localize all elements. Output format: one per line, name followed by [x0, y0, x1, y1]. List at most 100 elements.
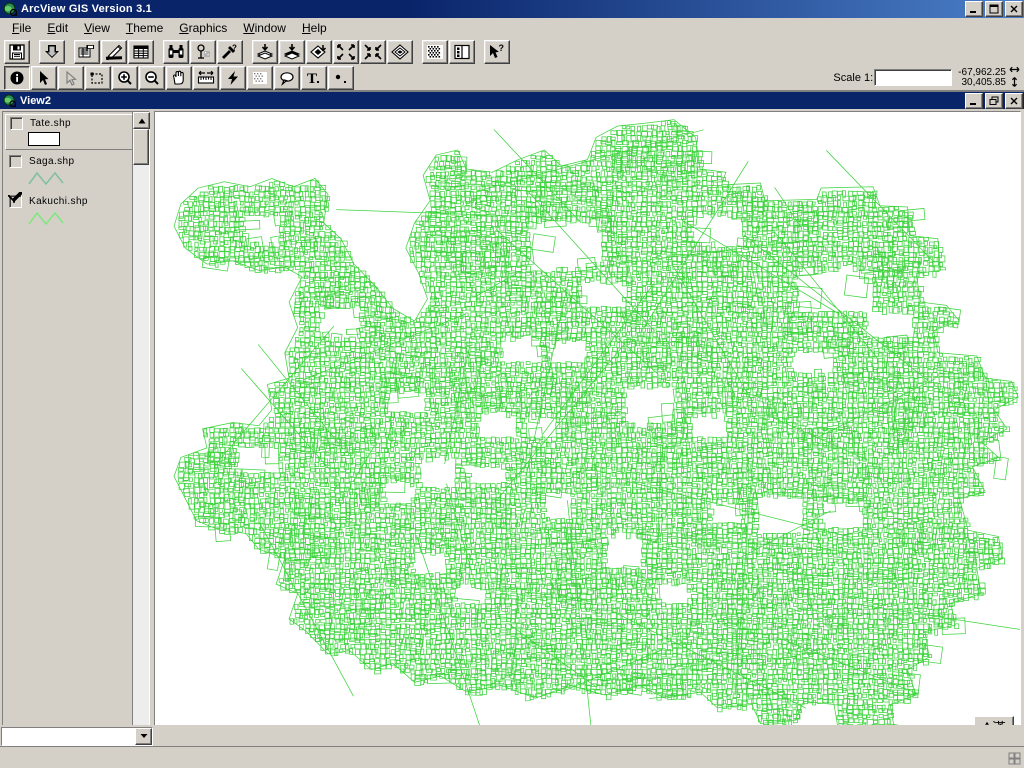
arcview-globe-icon: [3, 2, 18, 17]
clear-selected-button[interactable]: [449, 40, 475, 64]
help-button[interactable]: ?: [484, 40, 510, 64]
toc-scroll-track[interactable]: [133, 129, 149, 725]
vertex-edit-icon: [66, 70, 77, 86]
find-button[interactable]: [163, 40, 189, 64]
draw-point-tool[interactable]: [328, 65, 354, 90]
view-caption-buttons: [965, 92, 1023, 109]
theme-checkbox-tate[interactable]: [10, 117, 23, 130]
maximize-button[interactable]: [985, 1, 1003, 17]
view-close-button[interactable]: [1005, 92, 1023, 109]
edit-legend-button[interactable]: [101, 40, 127, 64]
toolbar-separator: [31, 52, 39, 53]
arcview-application-window: ArcView GIS Version 3.1 File Edit View T…: [0, 0, 1024, 768]
legend-theme-kakuchi[interactable]: Kakuchi.shp: [5, 192, 147, 230]
text-T-icon: T: [307, 71, 319, 86]
theme-name-saga: Saga.shp: [29, 156, 75, 167]
scale-label: Scale 1:: [833, 71, 874, 84]
menu-help[interactable]: Help: [294, 19, 335, 37]
main-title-bar: ArcView GIS Version 3.1: [0, 0, 1024, 18]
add-theme-icon: [45, 45, 59, 58]
menu-graphics[interactable]: Graphics: [171, 19, 235, 37]
hot-link-tool[interactable]: [220, 65, 246, 90]
bottom-combo-box[interactable]: [1, 726, 153, 746]
map-canvas[interactable]: A漢: [154, 111, 1021, 725]
zoom-in-tool[interactable]: [112, 65, 138, 90]
main-window-caption-buttons: [965, 1, 1023, 17]
legend-theme-tate[interactable]: Tate.shp: [5, 114, 147, 150]
magnifier-plus-icon: [118, 70, 132, 85]
scale-and-coordinates: Scale 1: -67,962.25 30,405.85: [833, 65, 1020, 90]
view-minimize-button[interactable]: [965, 92, 983, 109]
svg-text:?: ?: [232, 44, 237, 53]
pan-tool[interactable]: [166, 65, 192, 90]
area-of-interest-tool[interactable]: [247, 65, 273, 90]
toolbar-separator: [66, 52, 74, 53]
zoom-to-themes-button[interactable]: [252, 40, 278, 64]
toc-scrollbar[interactable]: [132, 112, 150, 725]
theme-symbol-line-saga[interactable]: [27, 170, 65, 187]
select-feature-tool[interactable]: [85, 65, 111, 90]
theme-checkbox-kakuchi[interactable]: [8, 192, 22, 208]
help-arrow-question-icon: ?: [490, 44, 505, 58]
query-builder-button[interactable]: ?: [217, 40, 243, 64]
zoom-out-tool[interactable]: [139, 65, 165, 90]
coordinate-x-value: -67,962.25: [958, 66, 1006, 78]
address-balloon-icon: [197, 44, 210, 59]
zoom-previous-icon: [391, 44, 409, 60]
measure-tool[interactable]: [193, 65, 219, 90]
zoom-in-arrows-icon: [337, 44, 355, 60]
menu-edit[interactable]: Edit: [39, 19, 76, 37]
label-tool[interactable]: [274, 65, 300, 90]
theme-symbol-polygon-tate[interactable]: [28, 132, 60, 146]
theme-name-kakuchi: Kakuchi.shp: [29, 196, 88, 207]
toc-scroll-thumb[interactable]: [133, 129, 149, 165]
theme-checkbox-saga[interactable]: [9, 155, 22, 168]
menu-bar: File Edit View Theme Graphics Window Hel…: [0, 18, 1024, 39]
scale-input[interactable]: [874, 69, 953, 86]
edit-legend-pencil-icon: [105, 44, 123, 60]
cadastral-parcel-map[interactable]: [155, 112, 1020, 725]
save-project-button[interactable]: [4, 40, 30, 64]
minimize-button[interactable]: [965, 1, 983, 17]
open-theme-table-button[interactable]: [128, 40, 154, 64]
zoom-to-active-theme-button[interactable]: [279, 40, 305, 64]
pointer-tool[interactable]: [31, 65, 57, 90]
resize-grip[interactable]: [1008, 752, 1022, 766]
locate-address-button[interactable]: [190, 40, 216, 64]
magnifier-minus-icon: [145, 70, 159, 85]
text-tool[interactable]: T: [301, 65, 327, 90]
close-button[interactable]: [1005, 1, 1023, 17]
ruler-icon: [197, 70, 215, 84]
menu-window[interactable]: Window: [235, 19, 294, 37]
view-restore-button[interactable]: [985, 92, 1003, 109]
table-of-contents: Tate.shp Saga.shp Kakuchi.shp: [2, 111, 150, 725]
theme-properties-button[interactable]: [74, 40, 100, 64]
vertex-edit-tool[interactable]: [58, 65, 84, 90]
zoom-out-button[interactable]: [360, 40, 386, 64]
coordinate-display: -67,962.25 30,405.85: [958, 65, 1020, 90]
legend-theme-saga[interactable]: Saga.shp: [5, 153, 147, 190]
add-theme-button[interactable]: [39, 40, 65, 64]
zoom-themes-icon: [256, 44, 274, 60]
coordinate-y-value: 30,405.85: [961, 76, 1007, 88]
zoom-out-arrows-icon: [364, 44, 382, 60]
theme-symbol-line-kakuchi[interactable]: [27, 210, 65, 227]
view-title: View2: [20, 94, 51, 107]
zoom-previous-button[interactable]: [387, 40, 413, 64]
dotted-area-icon: [253, 71, 267, 84]
zoom-in-button[interactable]: [333, 40, 359, 64]
svg-text:?: ?: [499, 44, 505, 53]
ime-indicator[interactable]: A漢: [974, 715, 1014, 725]
bottom-control-strip: [0, 725, 1024, 746]
zoom-selected-icon: [310, 45, 327, 59]
chevron-down-icon[interactable]: [135, 727, 152, 745]
toc-scroll-up-button[interactable]: [133, 112, 150, 129]
menu-file[interactable]: File: [4, 19, 39, 37]
zoom-to-selected-button[interactable]: [306, 40, 332, 64]
identify-tool[interactable]: [4, 65, 30, 90]
tool-bar: T Scale 1: -67,962.25 30,405.85: [0, 65, 1024, 91]
view-globe-icon: [3, 94, 17, 108]
menu-theme[interactable]: Theme: [118, 19, 171, 37]
menu-view[interactable]: View: [76, 19, 118, 37]
select-features-button[interactable]: [422, 40, 448, 64]
